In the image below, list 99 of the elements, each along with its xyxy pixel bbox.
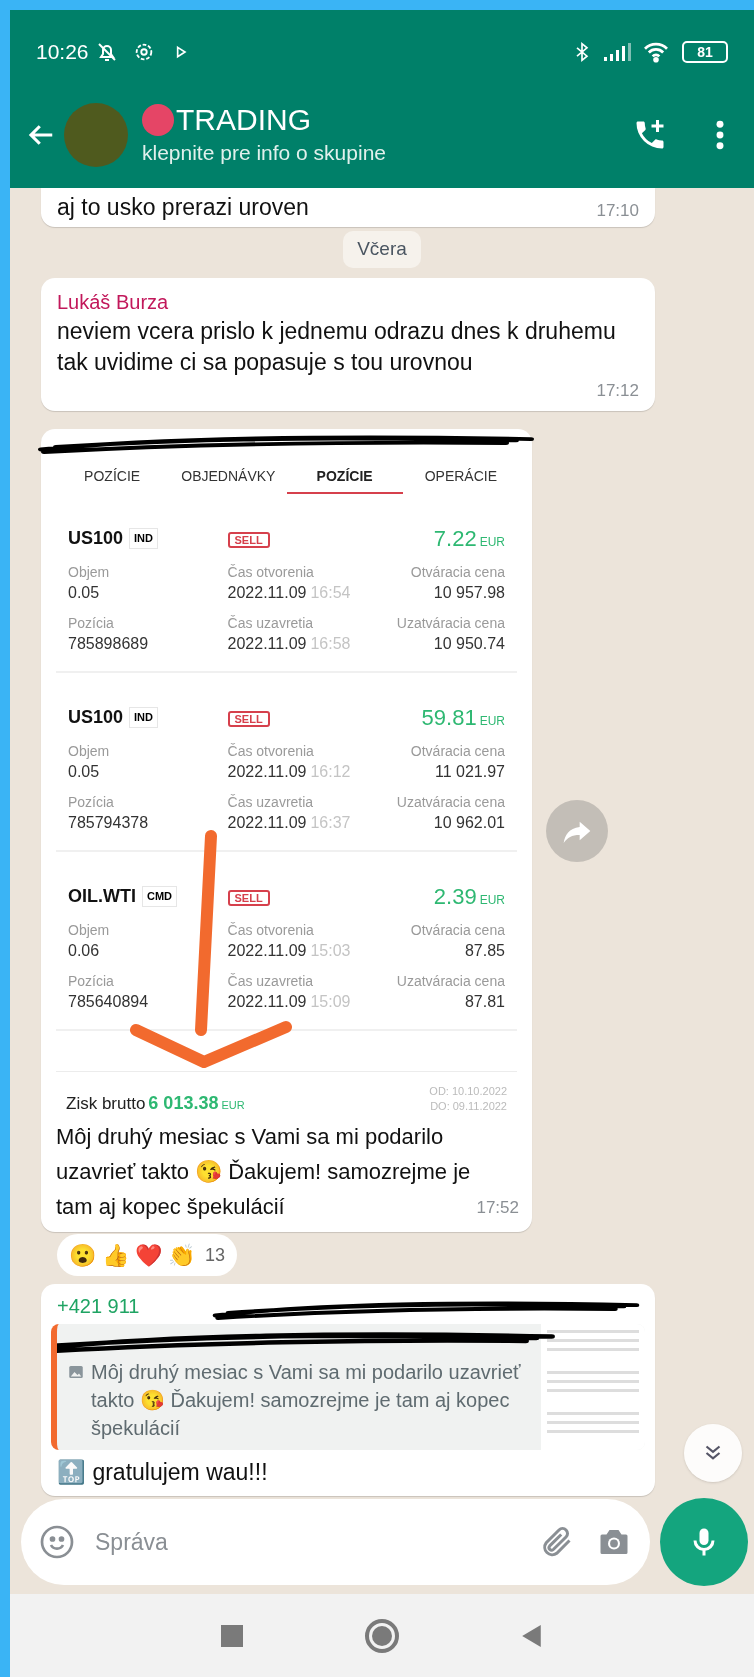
field-label: Otváracia cena	[410, 742, 505, 761]
tab[interactable]: OPERÁCIE	[402, 460, 519, 494]
profit-value: 7.22	[433, 525, 477, 553]
reactions-pill[interactable]: 😮 👍 ❤ 👏 13	[57, 1234, 238, 1276]
field-time: 16:12	[310, 762, 351, 782]
home-button[interactable]	[365, 1618, 399, 1653]
back-button[interactable]	[521, 1623, 543, 1648]
instrument-tag: IND	[129, 528, 158, 549]
message-text: aj to usko prerazi uroven	[57, 193, 309, 222]
field-value: 2022.11.09	[227, 583, 307, 603]
field-label: Uzatváracia cena	[396, 614, 505, 633]
instrument-tag: IND	[129, 707, 158, 728]
field-value: 0.05	[68, 583, 100, 603]
side-badge: SELL	[227, 710, 270, 727]
field-value: 785898689	[68, 634, 149, 654]
field-label: Čas uzavretia	[227, 972, 314, 991]
field-label: Uzatváracia cena	[396, 972, 505, 991]
field-value: 11 021.97	[435, 762, 505, 782]
tab[interactable]: POZÍCIE	[54, 460, 171, 494]
message-text: Môj druhý mesiac s Vami sa mi podarilo uzavrieť takto 😘 Ďakujem! samozrejme je tam aj kopec špekulácií	[55, 1123, 471, 1221]
message-time: 17:12	[595, 379, 639, 402]
tab[interactable]: POZÍCIE	[286, 460, 403, 494]
field-value: 0.06	[68, 941, 100, 961]
field-value: 0.05	[68, 762, 100, 782]
field-value: 2022.11.09	[227, 634, 307, 654]
chat-title[interactable]: TRADING	[176, 102, 311, 138]
side-badge: SELL	[227, 889, 270, 906]
field-label: Čas uzavretia	[227, 614, 314, 633]
field-value: 785640894	[68, 992, 149, 1012]
field-label: Uzatváracia cena	[396, 793, 505, 812]
field-value: 10 950.74	[433, 634, 505, 654]
signal-icon	[602, 42, 632, 62]
field-label: Otváracia cena	[410, 921, 505, 940]
more-options-icon	[716, 119, 724, 151]
field-value: 785794378	[68, 813, 149, 833]
emoji-icon[interactable]	[39, 1524, 75, 1560]
message-field[interactable]: Správa	[21, 1499, 650, 1585]
tab[interactable]: OBJEDNÁVKY	[170, 460, 287, 494]
reaction-emoji: ❤	[135, 1241, 162, 1270]
field-label: Otváracia cena	[410, 563, 505, 582]
field-label: Pozícia	[68, 793, 114, 812]
reaction-count: 13	[205, 1243, 226, 1267]
field-value: 10 962.01	[433, 813, 505, 833]
field-value: 10 957.98	[433, 583, 505, 603]
message-input[interactable]: Správa	[95, 1524, 538, 1560]
field-label: Čas otvorenia	[227, 742, 314, 761]
field-value: 2022.11.09	[227, 813, 307, 833]
instrument-symbol: US100	[68, 706, 124, 729]
field-label: Objem	[68, 742, 110, 761]
message-text: neviem vcera prislo k jednemu odrazu dnes k druhemu tak uvidime ci sa popasuje s tou urovnou	[57, 316, 617, 377]
sender-name[interactable]: Lukáš Burza	[57, 287, 639, 316]
period-date: OD: 10.10.2022	[429, 1084, 507, 1099]
message-text: 🔝 gratulujem wau!!!	[56, 1458, 269, 1487]
period-date: DO: 09.11.2022	[430, 1099, 507, 1114]
message-time: 17:10	[596, 199, 639, 222]
field-label: Čas otvorenia	[227, 563, 314, 582]
instrument-tag: CMD	[142, 886, 178, 907]
battery-indicator: 81	[682, 41, 728, 63]
reaction-emoji: 👏	[168, 1241, 195, 1270]
currency-label: EUR	[221, 1098, 245, 1113]
status-time: 10:26	[36, 39, 89, 66]
field-value: 87.81	[464, 992, 505, 1012]
field-time: 16:37	[310, 813, 351, 833]
wifi-icon	[642, 41, 670, 63]
instrument-symbol: US100	[68, 527, 124, 550]
message-time: 17:52	[476, 1196, 520, 1219]
currency-label: EUR	[479, 892, 505, 909]
reaction-emoji: 👍	[102, 1241, 129, 1270]
field-time: 16:54	[310, 583, 351, 603]
currency-label: EUR	[479, 713, 505, 730]
field-label: Pozícia	[68, 614, 114, 633]
reaction-emoji: 😮	[69, 1241, 96, 1270]
instrument-symbol: OIL.WTI	[68, 885, 136, 908]
field-label: Pozícia	[68, 972, 114, 991]
summary-amount: 6 013.38	[148, 1092, 219, 1115]
recent-apps-button[interactable]	[221, 1624, 243, 1647]
chat-subtitle[interactable]: klepnite pre info o skupine	[142, 138, 386, 168]
quoted-message[interactable]: Môj druhý mesiac s Vami sa mi podarilo uzavrieť takto 😘 Ďakujem! samozrejme je tam aj kopec špekulácií	[51, 1324, 645, 1450]
scroll-down-button[interactable]	[684, 1424, 742, 1482]
sender-name[interactable]: +421 911	[51, 1292, 645, 1320]
field-label: Objem	[68, 563, 110, 582]
field-value: 2022.11.09	[227, 992, 307, 1012]
field-label: Objem	[68, 921, 110, 940]
currency-label: EUR	[479, 534, 505, 551]
field-label: Čas otvorenia	[227, 921, 314, 940]
field-value: 2022.11.09	[227, 762, 307, 782]
image-icon	[67, 1363, 85, 1381]
field-time: 15:03	[310, 941, 351, 961]
quoted-text: Môj druhý mesiac s Vami sa mi podarilo uzavrieť takto 😘 Ďakujem! samozrejme je tam aj kopec špekulácií	[91, 1360, 522, 1441]
field-time: 16:58	[310, 634, 351, 654]
date-chip: Včera	[343, 231, 421, 268]
profit-value: 2.39	[433, 883, 477, 911]
field-value: 87.85	[464, 941, 505, 961]
summary-label: Zisk brutto	[66, 1093, 146, 1115]
field-time: 15:09	[310, 992, 351, 1012]
field-label: Čas uzavretia	[227, 793, 314, 812]
side-badge: SELL	[227, 531, 270, 548]
field-value: 2022.11.09	[227, 941, 307, 961]
profit-value: 59.81	[421, 704, 477, 732]
